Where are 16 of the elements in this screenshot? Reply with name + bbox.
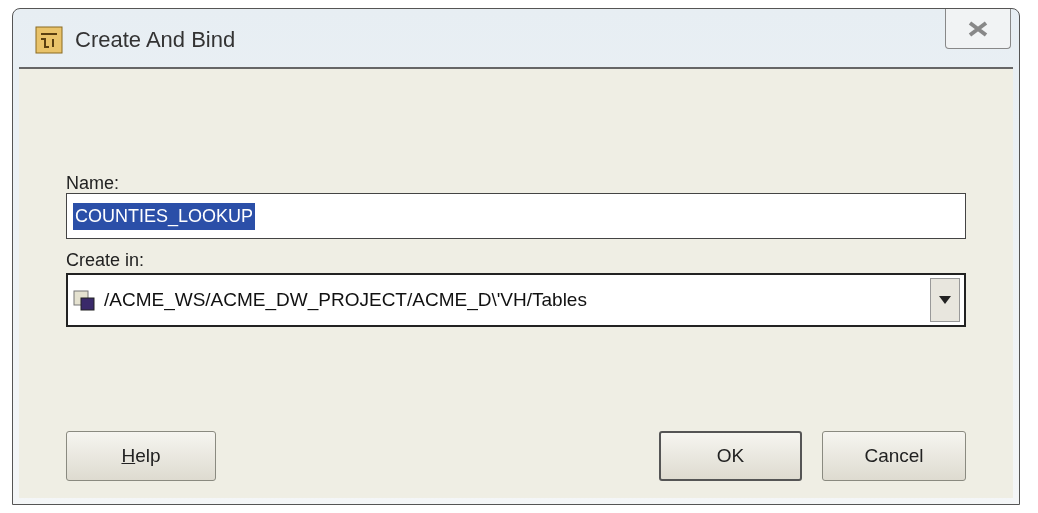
caret-icon [939, 296, 951, 304]
dropdown-arrow-button[interactable] [930, 278, 960, 322]
field-label: Create in: [66, 249, 146, 271]
name-input[interactable]: COUNTIES_LOOKUP [66, 193, 966, 239]
dialog-button[interactable]: Help [66, 431, 216, 481]
location-dropdown[interactable]: /ACME_WS/ACME_DW_PROJECT/ACME_D\'VH/Tables [66, 273, 966, 327]
dialog-button[interactable]: OK [659, 431, 802, 481]
dropdown-value: /ACME_WS/ACME_DW_PROJECT/ACME_D\'VH/Tables [104, 287, 588, 313]
dialog-button[interactable]: Cancel [822, 431, 966, 481]
close-button[interactable] [945, 9, 1011, 49]
close-icon [967, 20, 989, 37]
window-title: Create And Bind [75, 26, 236, 54]
input-value: COUNTIES_LOOKUP [73, 202, 256, 230]
field-label: Name: [66, 173, 120, 193]
window-app-icon [35, 25, 63, 54]
folder-table-icon [72, 288, 96, 312]
